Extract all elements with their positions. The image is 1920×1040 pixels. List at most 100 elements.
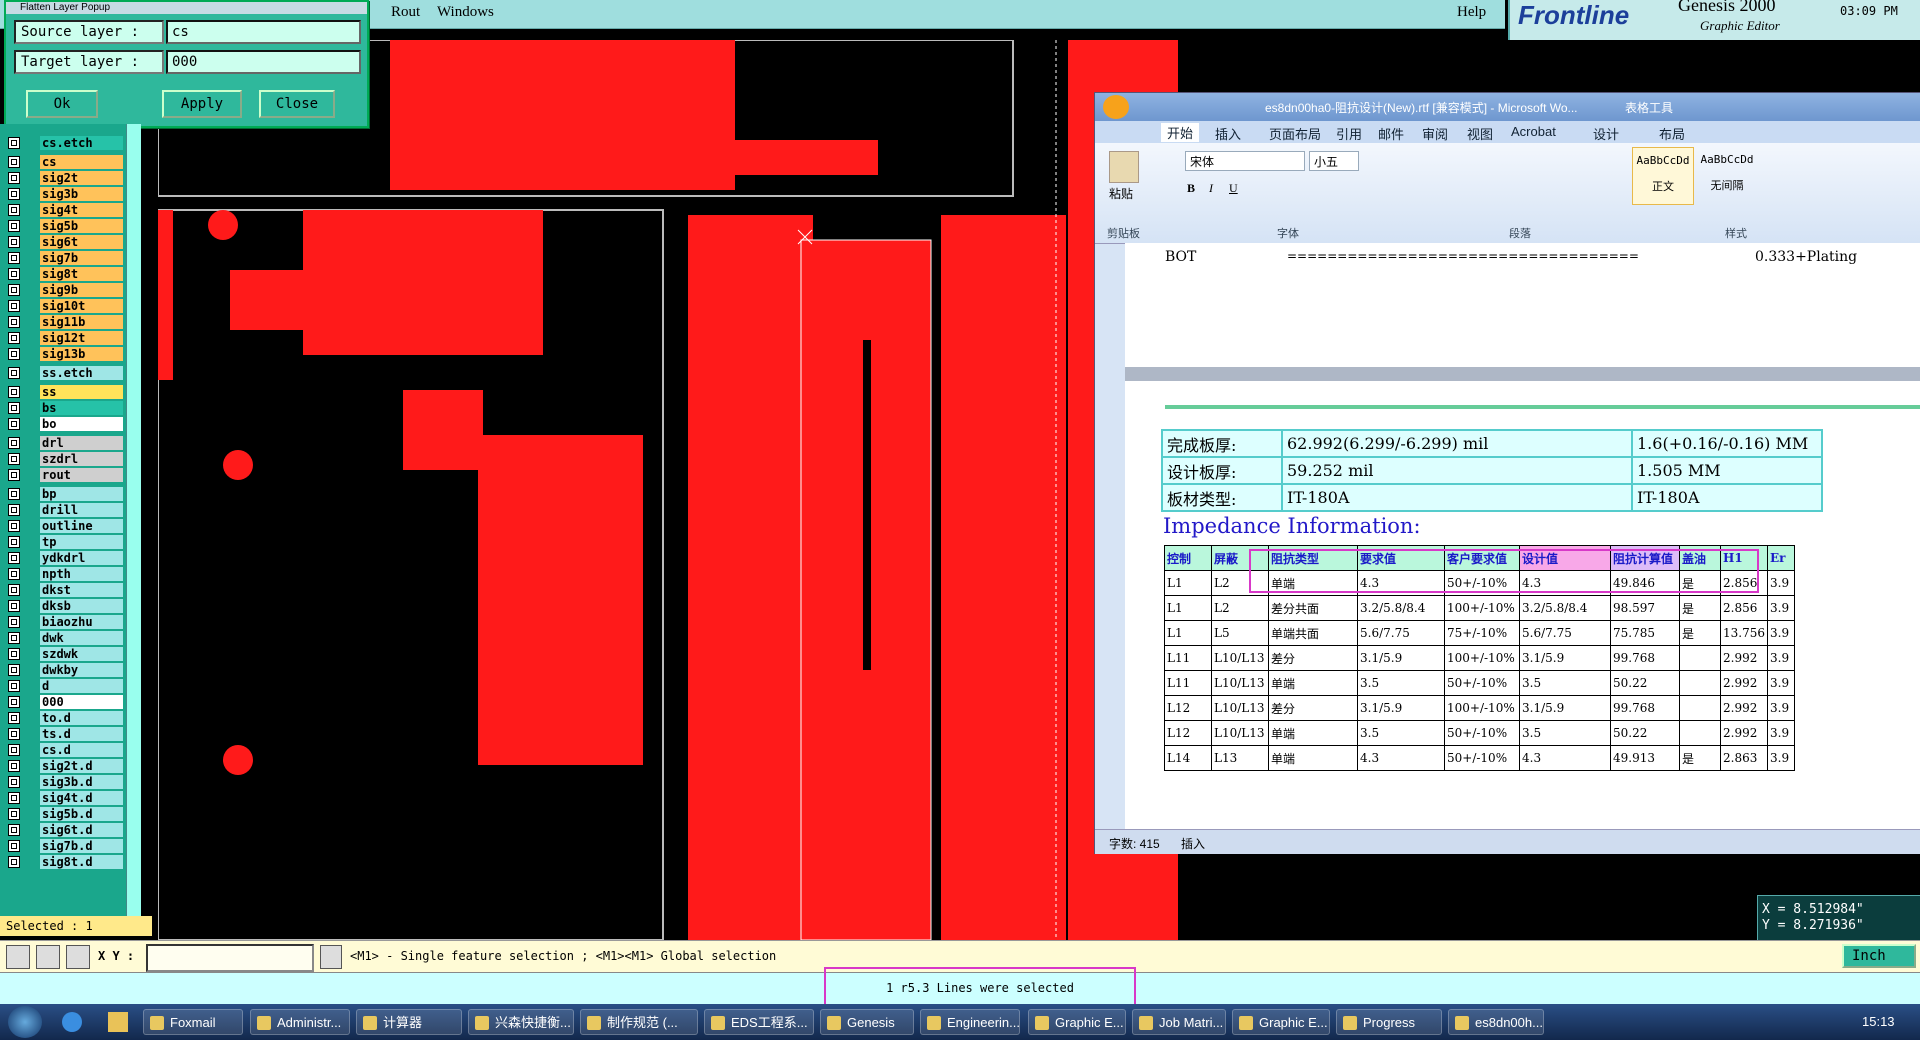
layer-row[interactable]: sig8t.d [0,855,126,870]
table-header-cell[interactable]: 控制 [1164,545,1212,571]
table-cell[interactable] [1679,670,1721,696]
table-cell[interactable]: L10/L13 [1211,695,1269,721]
info-cell[interactable]: 板材类型: [1161,483,1283,512]
table-cell[interactable]: 3.5 [1519,720,1611,746]
layer-checkbox[interactable] [8,469,20,481]
layer-name[interactable]: to.d [40,711,123,725]
table-cell[interactable]: 2.992 [1720,670,1768,696]
table-cell[interactable]: 50+/-10% [1444,720,1520,746]
layer-checkbox[interactable] [8,632,20,644]
explorer-icon[interactable] [108,1012,128,1032]
layer-row[interactable]: cs.etch [0,136,126,151]
ribbon-tab[interactable]: 审阅 [1422,124,1448,143]
layer-row[interactable]: biaozhu [0,615,126,630]
table-cell[interactable]: 单端共面 [1268,620,1358,646]
apply-button[interactable]: Apply [162,90,242,118]
document-area[interactable]: BOT =================================== … [1125,243,1920,829]
layer-row[interactable]: dwkby [0,663,126,678]
layer-row[interactable]: sig10t [0,299,126,314]
info-cell[interactable]: 59.252 mil [1281,456,1633,485]
layer-checkbox[interactable] [8,204,20,216]
layer-checkbox[interactable] [8,584,20,596]
source-layer-input[interactable]: cs [166,20,361,44]
layer-checkbox[interactable] [8,824,20,836]
layer-name[interactable]: bs [40,401,123,415]
table-cell[interactable]: 4.3 [1519,745,1611,771]
layer-row[interactable]: sig3b [0,187,126,202]
layer-checkbox[interactable] [8,712,20,724]
paste-label[interactable]: 粘贴 [1109,185,1133,202]
ribbon-tab[interactable]: 视图 [1467,124,1493,143]
layer-row[interactable]: drill [0,503,126,518]
layer-name[interactable]: ydkdrl [40,551,123,565]
layer-row[interactable]: npth [0,567,126,582]
table-cell[interactable]: L10/L13 [1211,720,1269,746]
table-cell[interactable]: 50+/-10% [1444,670,1520,696]
layer-row[interactable]: dwk [0,631,126,646]
layer-checkbox[interactable] [8,220,20,232]
taskbar-item[interactable]: 计算器 [356,1009,462,1035]
layer-checkbox[interactable] [8,680,20,692]
layer-row[interactable]: sig8t [0,267,126,282]
layer-name[interactable]: dwk [40,631,123,645]
layer-name[interactable]: ss.etch [40,366,123,380]
layer-row[interactable]: sig3b.d [0,775,126,790]
layer-row[interactable]: sig13b [0,347,126,362]
taskbar-item[interactable]: Engineerin... [920,1009,1020,1035]
layer-row[interactable]: szdrl [0,452,126,467]
layer-name[interactable]: sig5b.d [40,807,123,821]
ribbon-tab[interactable]: 邮件 [1378,124,1404,143]
info-cell[interactable]: 1.505 MM [1631,456,1823,485]
table-cell[interactable] [1679,720,1721,746]
table-cell[interactable]: 2.863 [1720,745,1768,771]
layer-name[interactable]: d [40,679,123,693]
layer-name[interactable]: sig8t [40,267,123,281]
target-layer-input[interactable]: 000 [166,50,361,74]
layer-name[interactable]: sig7b.d [40,839,123,853]
layer-name[interactable]: sig5b [40,219,123,233]
table-cell[interactable]: 100+/-10% [1444,645,1520,671]
layer-row[interactable]: dksb [0,599,126,614]
layer-name[interactable]: ss [40,385,123,399]
table-cell[interactable]: L1 [1164,570,1212,596]
layer-name[interactable]: szdwk [40,647,123,661]
unit-button[interactable]: Inch [1842,944,1916,968]
table-cell[interactable] [1679,645,1721,671]
layer-checkbox[interactable] [8,760,20,772]
ribbon-tab[interactable]: 引用 [1336,124,1362,143]
taskbar-item[interactable]: Job Matri... [1132,1009,1226,1035]
layer-checkbox[interactable] [8,137,20,149]
ribbon-tab[interactable]: 页面布局 [1269,124,1321,143]
menu-windows[interactable]: Windows [437,4,494,21]
layer-checkbox[interactable] [8,616,20,628]
table-cell[interactable]: 是 [1679,745,1721,771]
table-cell[interactable]: 98.597 [1610,595,1680,621]
taskbar-item[interactable]: EDS工程系... [704,1009,814,1035]
table-cell[interactable]: L10/L13 [1211,670,1269,696]
layer-checkbox[interactable] [8,568,20,580]
start-button-icon[interactable] [8,1006,42,1038]
word-window[interactable]: es8dn00ha0-阻抗设计(New).rtf [兼容模式] - Micros… [1094,92,1920,854]
layer-name[interactable]: cs.etch [40,136,123,150]
table-cell[interactable]: 3.2/5.8/8.4 [1519,595,1611,621]
taskbar-item[interactable]: Genesis [820,1009,914,1035]
layer-checkbox[interactable] [8,252,20,264]
taskbar-item[interactable]: es8dn00h... [1448,1009,1544,1035]
layer-checkbox[interactable] [8,776,20,788]
table-cell[interactable]: 3.2/5.8/8.4 [1357,595,1445,621]
layer-row[interactable]: sig5b [0,219,126,234]
table-cell[interactable]: 50.22 [1610,720,1680,746]
layer-checkbox[interactable] [8,236,20,248]
table-cell[interactable]: 差分 [1268,645,1358,671]
layer-checkbox[interactable] [8,348,20,360]
table-cell[interactable]: 2.856 [1720,595,1768,621]
layer-row[interactable]: ts.d [0,727,126,742]
italic-button[interactable]: I [1209,181,1213,196]
table-cell[interactable]: 3.9 [1767,670,1795,696]
table-cell[interactable]: 3.9 [1767,570,1795,596]
layer-checkbox[interactable] [8,744,20,756]
layer-name[interactable]: sig10t [40,299,123,313]
taskbar-item[interactable]: Foxmail [143,1009,243,1035]
layer-row[interactable]: bo [0,417,126,432]
layer-row[interactable]: rout [0,468,126,483]
